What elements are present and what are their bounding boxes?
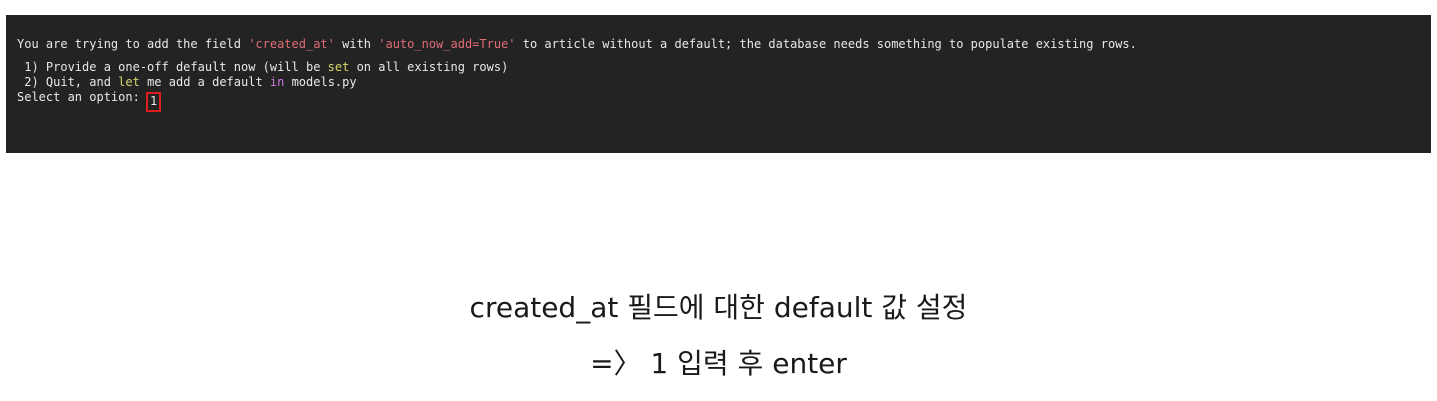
terminal-option-2: 2) Quit, and let me add a default in mod… [17,75,1431,90]
terminal-prompt: Select an option: 1 [17,90,1431,112]
terminal-window: You are trying to add the field 'created… [6,15,1431,153]
terminal-keyword: let [118,75,140,89]
terminal-text: You are trying to add the field [17,37,249,51]
terminal-text: 1) Provide a one-off default now (will b… [17,60,328,74]
terminal-text: with [334,37,379,51]
terminal-keyword: set [327,60,350,74]
caption-instruction: =〉 1 입력 후 enter [590,347,847,380]
terminal-keyword: in [269,75,285,89]
caption-title: created_at 필드에 대한 default 값 설정 [469,291,968,324]
terminal-text: models.py [284,75,357,89]
option-input[interactable]: 1 [146,92,162,112]
terminal-string-field: 'created_at' [248,37,335,51]
prompt-label: Select an option: [17,90,148,104]
terminal-line-warning: You are trying to add the field 'created… [17,37,1431,52]
terminal-text: me add a default [139,75,270,89]
terminal-string-arg: 'auto_now_add=True' [378,37,516,51]
terminal-text: 2) Quit, and [17,75,119,89]
terminal-option-1: 1) Provide a one-off default now (will b… [17,60,1431,75]
terminal-text: to article without a default; the databa… [515,37,1137,51]
terminal-text: on all existing rows) [349,60,509,74]
